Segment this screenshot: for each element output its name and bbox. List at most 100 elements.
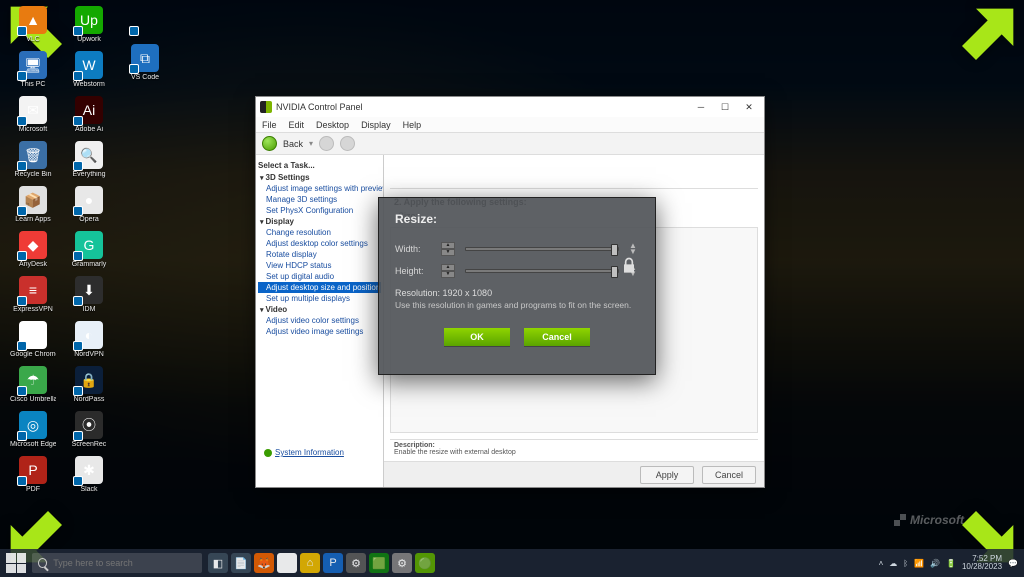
maximize-button[interactable]: ☐	[714, 100, 736, 114]
width-field-label: Width:	[395, 244, 431, 254]
width-slider[interactable]	[465, 247, 619, 251]
home-button[interactable]	[340, 136, 355, 151]
taskbar-pin[interactable]: P	[323, 553, 343, 573]
taskbar-pin[interactable]: 📄	[231, 553, 251, 573]
resolution-hint: Use this resolution in games and program…	[395, 300, 639, 310]
desktop-icon[interactable]: ✱Slack	[66, 456, 112, 493]
tray-volume-icon[interactable]: 🔊	[930, 559, 940, 568]
search-input[interactable]	[53, 558, 196, 568]
back-button-label[interactable]: Back	[283, 139, 303, 149]
height-slider-thumb[interactable]	[611, 266, 618, 278]
forward-button	[319, 136, 334, 151]
tree-item[interactable]: Display	[258, 216, 381, 227]
toolbar: Back ▾	[256, 133, 764, 155]
tray-bluetooth-icon[interactable]: ᛒ	[903, 559, 908, 568]
desktop-icon[interactable]: ●Opera	[66, 186, 112, 223]
desktop-icon[interactable]: ⦿ScreenRec	[66, 411, 112, 448]
width-stepper[interactable]: ▲▼	[441, 242, 455, 256]
minimize-button[interactable]: ─	[690, 100, 712, 114]
desktop-icons-area: ▲VLC 🖥This PC ✉Microsoft 🗑Recycle Bin 📦Learn…	[10, 6, 168, 493]
height-slider[interactable]	[465, 269, 619, 273]
desktop-icon[interactable]: 🖥This PC	[10, 51, 56, 88]
tree-item[interactable]: Set PhysX Configuration	[258, 205, 381, 216]
resize-dialog: Resize: Width: ▲▼ ▲▼ Height: ▲▼ ▲▼ Resol…	[378, 197, 656, 375]
tree-item[interactable]: Adjust video image settings	[258, 326, 381, 337]
lock-aspect-icon[interactable]	[619, 254, 639, 278]
arrow-top-right-icon	[962, 4, 1018, 60]
description-box: Description: Enable the resize with exte…	[390, 439, 758, 461]
sidebar-header: Select a Task...	[258, 161, 381, 170]
tray-chevron-icon[interactable]: ˄	[879, 559, 884, 568]
cancel-button[interactable]: Cancel	[702, 466, 756, 484]
tree-item[interactable]: Change resolution	[258, 227, 381, 238]
taskbar-pin[interactable]: ⚙	[392, 553, 412, 573]
tree-item[interactable]: Rotate display	[258, 249, 381, 260]
tree-item[interactable]: Adjust video color settings	[258, 315, 381, 326]
start-button[interactable]	[6, 553, 26, 573]
taskbar-pin[interactable]: ◉	[277, 553, 297, 573]
tree-item[interactable]: Adjust desktop size and position	[258, 282, 381, 293]
system-tray[interactable]: ˄ ☁ ᛒ 📶 🔊 🔋 7:52 PM 10/28/2023 💬	[879, 555, 1018, 571]
desktop-icon[interactable]	[122, 6, 168, 36]
tree-item[interactable]: Adjust image settings with preview	[258, 183, 381, 194]
desktop-icon[interactable]: UpUpwork	[66, 6, 112, 43]
menu-help[interactable]: Help	[403, 120, 422, 130]
tree-item[interactable]: 3D Settings	[258, 172, 381, 183]
desktop-icon[interactable]: ▲VLC	[10, 6, 56, 43]
taskbar-pin[interactable]: 🦊	[254, 553, 274, 573]
desktop-icon[interactable]: ◆AnyDesk	[10, 231, 56, 268]
desktop-icon[interactable]: 🔍Everything	[66, 141, 112, 178]
tree-item[interactable]: Video	[258, 304, 381, 315]
taskbar: ◧📄🦊◉⌂P⚙🟩⚙🟢 ˄ ☁ ᛒ 📶 🔊 🔋 7:52 PM 10/28/202…	[0, 549, 1024, 577]
tree-item[interactable]: Adjust desktop color settings	[258, 238, 381, 249]
tree-item[interactable]: View HDCP status	[258, 260, 381, 271]
desktop-icon[interactable]: WWebstorm	[66, 51, 112, 88]
taskbar-pin[interactable]: ⚙	[346, 553, 366, 573]
taskbar-pin[interactable]: 🟢	[415, 553, 435, 573]
notifications-icon[interactable]: 💬	[1008, 559, 1018, 568]
menu-display[interactable]: Display	[361, 120, 391, 130]
close-button[interactable]: ✕	[738, 100, 760, 114]
dialog-ok-button[interactable]: OK	[444, 328, 510, 346]
menu-edit[interactable]: Edit	[289, 120, 305, 130]
tree-item[interactable]: Set up multiple displays	[258, 293, 381, 304]
search-icon	[38, 558, 47, 568]
height-field-label: Height:	[395, 266, 431, 276]
desktop-icon[interactable]: ⧉VS Code	[122, 44, 168, 81]
apply-button[interactable]: Apply	[640, 466, 694, 484]
desktop-icon[interactable]: ◉Google Chrome	[10, 321, 56, 358]
nvidia-logo-icon	[260, 101, 272, 113]
desktop-icon[interactable]: 🔒NordPass	[66, 366, 112, 403]
taskbar-pin[interactable]: 🟩	[369, 553, 389, 573]
taskbar-pin[interactable]: ⌂	[300, 553, 320, 573]
tray-onedrive-icon[interactable]: ☁	[889, 559, 897, 568]
desktop-icon[interactable]: ◐NordVPN	[66, 321, 112, 358]
taskbar-clock[interactable]: 7:52 PM 10/28/2023	[962, 555, 1002, 571]
desktop-icon[interactable]: ◎Microsoft Edge	[10, 411, 56, 448]
desktop-icon[interactable]: ≡ExpressVPN	[10, 276, 56, 313]
desktop-icon[interactable]: GGrammarly	[66, 231, 112, 268]
menu-desktop[interactable]: Desktop	[316, 120, 349, 130]
tray-battery-icon[interactable]: 🔋	[946, 559, 956, 568]
resolution-readout: Resolution: 1920 x 1080	[395, 288, 639, 298]
desktop-icon[interactable]: PPDF	[10, 456, 56, 493]
desktop-icon[interactable]: 📦Learn Apps	[10, 186, 56, 223]
tree-item[interactable]: Manage 3D settings	[258, 194, 381, 205]
menu-file[interactable]: File	[262, 120, 277, 130]
window-title: NVIDIA Control Panel	[276, 102, 363, 112]
tray-wifi-icon[interactable]: 📶	[914, 559, 924, 568]
task-sidebar: Select a Task... 3D SettingsAdjust image…	[256, 155, 384, 487]
desktop-icon[interactable]: ✉Microsoft	[10, 96, 56, 133]
back-circle-icon[interactable]	[262, 136, 277, 151]
system-information-link[interactable]: System Information	[264, 448, 344, 457]
desktop-icon[interactable]: 🗑Recycle Bin	[10, 141, 56, 178]
desktop-icon[interactable]: AiAdobe Ai	[66, 96, 112, 133]
height-stepper[interactable]: ▲▼	[441, 264, 455, 278]
desktop-icon[interactable]: ☂Cisco Umbrella	[10, 366, 56, 403]
taskbar-search[interactable]	[32, 553, 202, 573]
taskbar-pin[interactable]: ◧	[208, 553, 228, 573]
tree-item[interactable]: Set up digital audio	[258, 271, 381, 282]
dialog-cancel-button[interactable]: Cancel	[524, 328, 590, 346]
width-slider-thumb[interactable]	[611, 244, 618, 256]
desktop-icon[interactable]: ⬇IDM	[66, 276, 112, 313]
